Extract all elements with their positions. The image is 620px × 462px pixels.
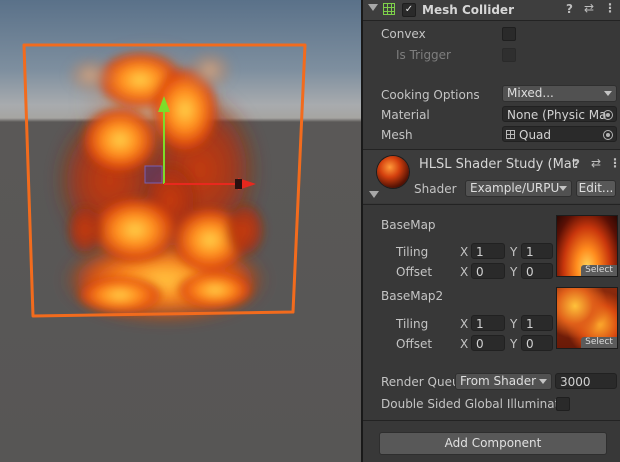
convex-label: Convex <box>381 27 426 41</box>
object-picker-icon[interactable] <box>603 110 613 120</box>
convex-toggle[interactable] <box>502 27 516 41</box>
mesh-value: Quad <box>519 128 552 142</box>
foldout-arrow-icon[interactable] <box>369 191 379 198</box>
basemap2-texture-slot[interactable]: Select <box>556 287 618 349</box>
help-icon[interactable]: ? <box>566 2 573 16</box>
component-enabled-checkbox[interactable]: ✓ <box>402 3 416 17</box>
mesh-label: Mesh <box>381 128 413 142</box>
basemap2-tiling-y-field[interactable]: 1 <box>521 315 553 331</box>
basemap-select-button[interactable]: Select <box>581 265 617 276</box>
component-title: Mesh Collider <box>422 3 514 17</box>
double-sided-gi-toggle[interactable] <box>556 397 570 411</box>
chevron-down-icon <box>604 91 612 96</box>
mesh-collider-grid-icon <box>383 3 395 15</box>
basemap2-tiling-x-field[interactable]: 1 <box>471 315 505 331</box>
is-trigger-toggle <box>502 48 516 62</box>
foldout-arrow-icon[interactable] <box>368 4 378 11</box>
preset-icon[interactable]: ⇄ <box>591 156 601 170</box>
shader-label: Shader <box>414 182 457 196</box>
basemap2-tiling-y-label: Y <box>510 317 518 331</box>
basemap2-label: BaseMap2 <box>381 289 444 303</box>
render-queue-label: Render Queu <box>381 375 460 389</box>
physic-material-value: None (Physic Ma <box>507 108 607 122</box>
material-label: Material <box>381 108 430 122</box>
mesh-collider-header[interactable]: ✓ Mesh Collider ? ⇄ ⋮ <box>363 0 620 21</box>
scene-view[interactable] <box>0 0 361 462</box>
more-icon[interactable]: ⋮ <box>609 156 620 170</box>
mesh-field[interactable]: Quad <box>502 126 617 142</box>
edit-shader-button[interactable]: Edit... <box>576 180 616 197</box>
more-icon[interactable]: ⋮ <box>604 1 616 15</box>
gizmo-plane-handle[interactable] <box>144 165 163 184</box>
basemap2-offset-label: Offset <box>396 337 433 351</box>
material-header[interactable]: HLSL Shader Study (Mat ? ⇄ ⋮ Shader Exam… <box>363 150 620 203</box>
is-trigger-label: Is Trigger <box>396 48 451 62</box>
sphere-preview-icon <box>377 156 409 188</box>
scene-canvas[interactable] <box>0 0 361 462</box>
basemap-tiling-label: Tiling <box>396 245 429 259</box>
shader-value: Example/URPU <box>470 181 560 195</box>
checkmark-icon: ✓ <box>404 4 414 15</box>
basemap-tiling-y-label: Y <box>510 245 518 259</box>
basemap2-offset-x-field[interactable]: 0 <box>471 335 505 351</box>
physic-material-field[interactable]: None (Physic Ma <box>502 106 617 122</box>
basemap2-offset-y-field[interactable]: 0 <box>521 335 553 351</box>
basemap-texture-slot[interactable]: Select <box>556 215 618 277</box>
basemap-tiling-x-label: X <box>460 245 469 259</box>
quad-mesh-icon <box>506 130 515 139</box>
render-queue-mode: From Shader <box>460 374 537 388</box>
add-component-button[interactable]: Add Component <box>379 432 607 455</box>
basemap2-offset-y-label: Y <box>510 337 518 351</box>
basemap2-tiling-x-label: X <box>460 317 469 331</box>
object-picker-icon[interactable] <box>603 130 613 140</box>
basemap-tiling-y-field[interactable]: 1 <box>521 243 553 259</box>
material-title: HLSL Shader Study (Mat <box>419 157 577 172</box>
render-queue-field[interactable]: 3000 <box>555 373 617 389</box>
basemap-offset-label: Offset <box>396 265 433 279</box>
basemap-label: BaseMap <box>381 218 436 232</box>
section-divider <box>363 204 620 205</box>
section-divider <box>363 420 620 421</box>
double-sided-gi-label: Double Sided Global Illuminatio <box>381 397 570 411</box>
basemap2-tiling-label: Tiling <box>396 317 429 331</box>
basemap2-select-button[interactable]: Select <box>581 337 617 348</box>
cooking-options-value: Mixed... <box>507 86 554 100</box>
basemap-offset-y-label: Y <box>510 265 518 279</box>
chevron-down-icon <box>559 186 567 191</box>
basemap-offset-y-field[interactable]: 0 <box>521 263 553 279</box>
shader-dropdown[interactable]: Example/URPU <box>465 180 572 197</box>
cooking-options-dropdown[interactable]: Mixed... <box>502 85 617 102</box>
basemap-tiling-x-field[interactable]: 1 <box>471 243 505 259</box>
basemap-offset-x-field[interactable]: 0 <box>471 263 505 279</box>
basemap2-offset-x-label: X <box>460 337 469 351</box>
chevron-down-icon <box>539 379 547 384</box>
inspector-panel: ✓ Mesh Collider ? ⇄ ⋮ Convex Is Trigger … <box>363 0 620 462</box>
help-icon[interactable]: ? <box>573 157 580 171</box>
basemap-offset-x-label: X <box>460 265 469 279</box>
preset-icon[interactable]: ⇄ <box>584 1 594 15</box>
render-queue-dropdown[interactable]: From Shader <box>455 373 552 390</box>
cooking-options-label: Cooking Options <box>381 88 480 102</box>
